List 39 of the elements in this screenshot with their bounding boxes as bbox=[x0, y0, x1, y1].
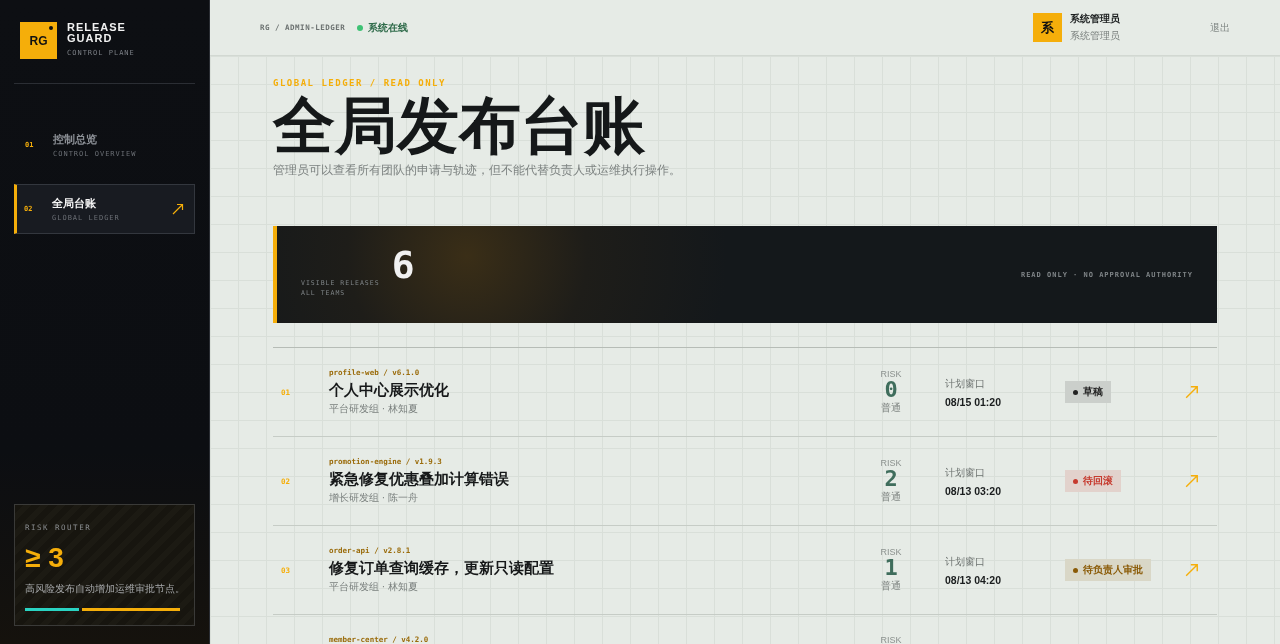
page-title: 全局发布台账 bbox=[273, 91, 646, 161]
release-owner: 增长研发组 · 陈一舟 bbox=[329, 491, 419, 505]
user-avatar: 系 bbox=[1033, 13, 1062, 42]
window-label: 计划窗口 bbox=[945, 554, 986, 569]
release-title[interactable]: 个人中心展示优化 bbox=[329, 381, 855, 400]
risk-level: 普通 bbox=[881, 490, 901, 504]
window-time: 08/13 03:20 bbox=[945, 484, 1003, 497]
card-description: 高风险发布自动增加运维审批节点。 bbox=[25, 582, 186, 596]
window-label: 计划窗口 bbox=[945, 465, 986, 480]
window-label: 计划窗口 bbox=[945, 376, 986, 391]
page-eyebrow: GLOBAL LEDGER / READ ONLY bbox=[273, 78, 447, 88]
risk-label: RISK bbox=[880, 547, 902, 557]
release-count: 6 bbox=[391, 242, 415, 287]
page-description: 管理员可以查看所有团队的申请与轨迹，但不能代替负责人或运维执行操作。 bbox=[273, 163, 682, 178]
release-owner: 平台研发组 · 林知夏 bbox=[329, 580, 419, 594]
risk-label: RISK bbox=[880, 635, 902, 644]
user-name: 系统管理员 bbox=[1070, 12, 1120, 26]
release-title[interactable]: 紧急修复优惠叠加计算错误 bbox=[329, 470, 855, 489]
status-badge: 草稿 bbox=[1065, 381, 1111, 404]
arrow-icon[interactable] bbox=[172, 203, 184, 215]
status-badge: 待负责人审批 bbox=[1065, 559, 1151, 582]
risk-level: 普通 bbox=[881, 579, 901, 593]
release-owner: 平台研发组 · 林知夏 bbox=[329, 402, 419, 416]
risk-label: RISK bbox=[880, 458, 902, 468]
release-title[interactable]: 修复订单查询缓存，更新只读配置 bbox=[329, 559, 855, 578]
brand-name: RELEASE GUARD bbox=[67, 22, 127, 44]
window-time: 08/13 04:20 bbox=[945, 573, 1003, 586]
window-time: 08/15 01:20 bbox=[945, 395, 1003, 408]
risk-score: 1 bbox=[884, 557, 898, 579]
risk-level: 普通 bbox=[881, 401, 901, 415]
risk-threshold: ≥ 3 bbox=[25, 542, 65, 574]
risk-score: 0 bbox=[884, 379, 898, 401]
risk-score: 2 bbox=[884, 468, 898, 490]
user-role: 系统管理员 bbox=[1070, 28, 1120, 43]
risk-label: RISK bbox=[880, 369, 902, 379]
system-status: 系统在线 bbox=[368, 20, 409, 35]
status-dot-icon bbox=[357, 24, 364, 31]
logo-icon: RG bbox=[20, 22, 57, 59]
status-badge: 待回滚 bbox=[1065, 470, 1121, 493]
